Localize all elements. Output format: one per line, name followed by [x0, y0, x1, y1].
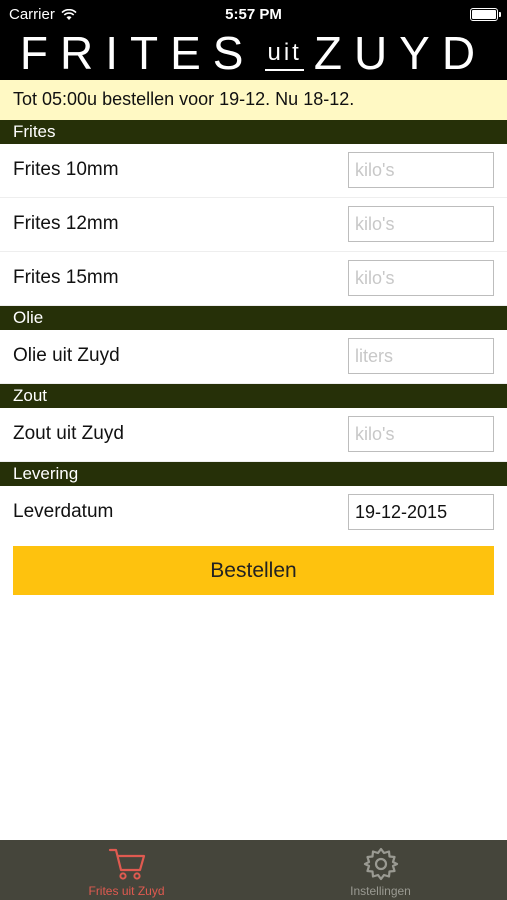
section-header-zout: Zout	[0, 384, 507, 408]
row-frites-15mm: Frites 15mm	[0, 252, 507, 306]
section-header-olie: Olie	[0, 306, 507, 330]
row-label: Leverdatum	[13, 501, 114, 522]
tab-frites-uit-zuyd[interactable]: Frites uit Zuyd	[0, 840, 253, 900]
order-deadline-notice: Tot 05:00u bestellen voor 19-12. Nu 18-1…	[0, 80, 507, 120]
battery-icon	[470, 8, 501, 21]
logo-word-zuyd: ZUYD	[313, 27, 488, 79]
section-header-levering: Levering	[0, 462, 507, 486]
frites-12mm-input[interactable]	[348, 206, 494, 242]
row-olie: Olie uit Zuyd	[0, 330, 507, 384]
row-label: Frites 15mm	[13, 267, 119, 288]
row-label: Zout uit Zuyd	[13, 423, 124, 444]
tab-label: Frites uit Zuyd	[88, 884, 165, 898]
row-frites-12mm: Frites 12mm	[0, 198, 507, 252]
status-time: 5:57 PM	[225, 6, 282, 23]
tab-bar: Frites uit Zuyd Instellingen	[0, 840, 507, 900]
logo-word-uit: uit	[265, 39, 304, 71]
section-header-frites: Frites	[0, 120, 507, 144]
frites-10mm-input[interactable]	[348, 152, 494, 188]
logo-word-frites: FRITES	[19, 27, 256, 79]
row-label: Frites 12mm	[13, 213, 119, 234]
row-zout: Zout uit Zuyd	[0, 408, 507, 462]
row-leverdatum: Leverdatum	[0, 486, 507, 540]
row-frites-10mm: Frites 10mm	[0, 144, 507, 198]
gear-icon	[363, 847, 398, 881]
leverdatum-input[interactable]	[348, 494, 494, 530]
order-button[interactable]: Bestellen	[13, 546, 494, 595]
olie-input[interactable]	[348, 338, 494, 374]
zout-input[interactable]	[348, 416, 494, 452]
row-label: Olie uit Zuyd	[13, 345, 120, 366]
app-logo: FRITES uit ZUYD	[0, 28, 507, 78]
tab-label: Instellingen	[350, 884, 411, 898]
frites-15mm-input[interactable]	[348, 260, 494, 296]
tab-instellingen[interactable]: Instellingen	[254, 840, 507, 900]
row-label: Frites 10mm	[13, 159, 119, 180]
cart-icon	[108, 848, 145, 880]
status-bar: Carrier 5:57 PM	[0, 0, 507, 28]
app-header: Carrier 5:57 PM FRITES uit ZUYD	[0, 0, 507, 80]
